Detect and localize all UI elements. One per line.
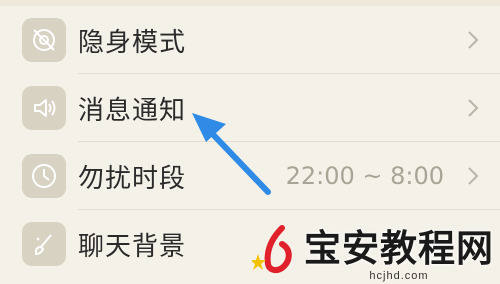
settings-item-dnd-period[interactable]: 勿扰时段 22:00 ~ 8:00 (0, 142, 500, 210)
speaker-icon (22, 86, 66, 130)
settings-item-label: 勿扰时段 (78, 163, 187, 194)
dnd-time-range: 22:00 ~ 8:00 (285, 162, 444, 190)
watermark-logo (252, 225, 292, 274)
incognito-icon (22, 18, 66, 62)
settings-item-notifications[interactable]: 消息通知 (0, 74, 500, 142)
watermark-title: 宝安教程网 (304, 226, 494, 270)
watermark: 宝安教程网 hcjhd.com (252, 218, 498, 282)
settings-item-label: 聊天背景 (78, 231, 187, 262)
watermark-url: hcjhd.com (369, 270, 429, 282)
chevron-right-icon (468, 99, 479, 117)
brush-icon (22, 222, 66, 266)
chevron-right-icon (468, 31, 479, 49)
settings-item-label: 隐身模式 (78, 27, 187, 58)
settings-item-incognito[interactable]: 隐身模式 (0, 6, 500, 74)
clock-icon (22, 154, 66, 198)
settings-item-label: 消息通知 (78, 95, 187, 126)
chevron-right-icon (468, 167, 479, 185)
